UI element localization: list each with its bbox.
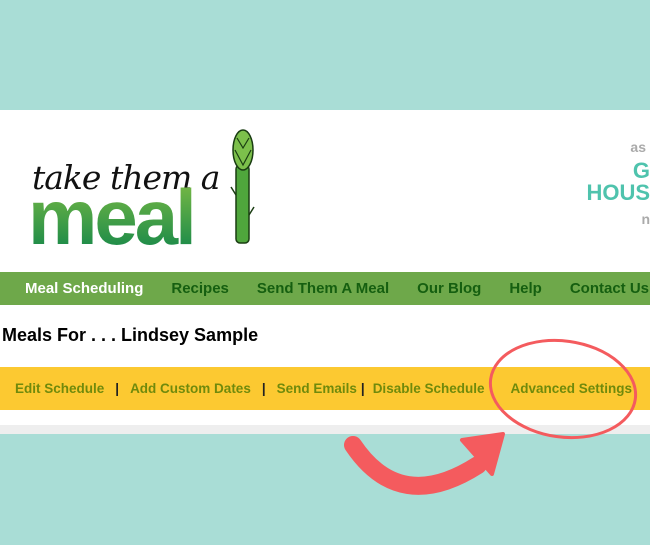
annotation-overlay — [344, 338, 638, 495]
arrow-icon — [344, 436, 487, 495]
highlight-circle — [488, 338, 638, 440]
